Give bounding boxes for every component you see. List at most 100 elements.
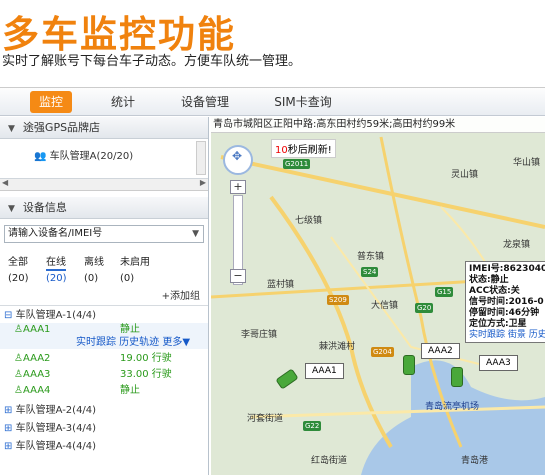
vehicle-name[interactable]: ♙AAA4 <box>14 384 50 397</box>
count-online: (20) <box>46 273 67 284</box>
tab-sim-query[interactable]: SIM卡查询 <box>266 91 340 113</box>
place-label: 蓝村镇 <box>267 280 295 290</box>
device-search-select[interactable]: 请输入设备名/IMEI号 ▼ <box>4 225 204 243</box>
vehicle-status: 静止 <box>120 324 140 335</box>
info-locate-method: 定位方式:卫星 <box>469 319 527 329</box>
group-item[interactable]: ⊞ 车队管理A-3(4/4) <box>0 421 208 436</box>
group-toggle-icon[interactable]: ⊟ <box>4 310 12 321</box>
group-toggle-icon[interactable]: ⊞ <box>4 405 12 416</box>
car-icon: ♙ <box>14 324 23 335</box>
vehicle-row[interactable]: ♙AAA4 静止 <box>0 384 208 397</box>
info-signal-time: 信号时间:2016-0 <box>469 297 544 307</box>
gps-app: 监控 统计 设备管理 SIM卡查询 ▼ 途强GPS品牌店 👥 车队管理A(20/2… <box>0 87 545 475</box>
tab-online[interactable]: 在线 <box>46 253 66 271</box>
car-icon: ♙ <box>14 369 23 380</box>
vehicle-name[interactable]: ♙AAA3 <box>14 368 50 381</box>
info-acc: ACC状态:关 <box>469 286 520 296</box>
tab-offline[interactable]: 离线 <box>84 253 104 268</box>
pan-control[interactable]: ✥ <box>223 145 253 175</box>
vehicle-row[interactable]: ♙AAA3 33.00 行驶 <box>0 368 208 381</box>
vehicle-name[interactable]: ♙AAA1 <box>14 323 50 336</box>
banner-subtitle: 实时了解账号下每台车子动态。方便车队统一管理。 <box>2 54 302 69</box>
collapse-icon[interactable]: ▼ <box>8 204 15 214</box>
group-label: 车队管理A-4(4/4) <box>15 441 97 452</box>
group-item[interactable]: ⊞ 车队管理A-2(4/4) <box>0 403 208 418</box>
map-view[interactable]: 青岛市城阳区正阳中路:高东田村约59米;高田村约99米 10秒后刷新! ✥ + … <box>211 117 545 475</box>
tab-inactive[interactable]: 未启用 <box>120 253 150 268</box>
car-marker[interactable] <box>451 367 463 387</box>
road-shield: S209 <box>327 295 349 305</box>
chevron-down-icon[interactable]: ▼ <box>192 226 199 242</box>
device-search-placeholder: 请输入设备名/IMEI号 <box>8 228 103 239</box>
vehicle-status: 33.00 行驶 <box>120 369 172 380</box>
info-action-links[interactable]: 实时跟踪 街景 历史 <box>469 330 545 341</box>
vehicle-row[interactable]: ♙AAA1 静止 <box>0 323 208 336</box>
place-label: 普东镇 <box>357 252 385 262</box>
tab-statistics[interactable]: 统计 <box>100 91 146 113</box>
fleet-node[interactable]: 👥 车队管理A(20/20) <box>34 147 133 162</box>
vehicle-action-links[interactable]: 实时跟踪 历史轨迹 更多▼ <box>76 336 190 349</box>
group-item[interactable]: ⊟ 车队管理A-1(4/4) <box>0 308 208 323</box>
car-marker[interactable] <box>403 355 415 375</box>
left-panel: ▼ 途强GPS品牌店 👥 车队管理A(20/20) ◀ ▶ ▼ 设备信息 请输入设备… <box>0 117 209 475</box>
place-label: 红岛街道 <box>311 456 348 466</box>
place-label: 河套街道 <box>247 414 284 424</box>
vehicle-name[interactable]: ♙AAA2 <box>14 352 50 365</box>
road-shield: G15 <box>435 287 454 297</box>
scroll-left-icon[interactable]: ◀ <box>2 178 8 187</box>
tab-all[interactable]: 全部 <box>8 253 28 268</box>
place-label: 李哥庄镇 <box>241 330 278 340</box>
info-stay-time: 停留时间:46分钟 <box>469 308 540 318</box>
car-label[interactable]: AAA2 <box>421 343 460 359</box>
fleet-icon: 👥 <box>34 151 47 162</box>
car-icon: ♙ <box>14 385 23 396</box>
car-icon: ♙ <box>14 353 23 364</box>
vehicle-status: 19.00 行驶 <box>120 353 172 364</box>
vehicle-status: 静止 <box>120 385 140 396</box>
vehicle-actions: 实时跟踪 历史轨迹 更多▼ <box>0 336 208 349</box>
refresh-timer: 10秒后刷新! <box>271 139 336 158</box>
car-label[interactable]: AAA1 <box>305 363 344 379</box>
road-shield: G2011 <box>283 159 311 169</box>
store-tree: 👥 车队管理A(20/20) <box>0 139 208 179</box>
zoom-in-button[interactable]: + <box>230 180 246 194</box>
vehicle-row[interactable]: ♙AAA2 19.00 行驶 <box>0 352 208 365</box>
current-address: 青岛市城阳区正阳中路:高东田村约59米;高田村约99米 <box>211 117 545 133</box>
tab-monitor[interactable]: 监控 <box>30 91 72 113</box>
status-tabs: 全部 在线 离线 未启用 <box>0 249 208 271</box>
place-label: 龙泉镇 <box>503 240 531 250</box>
place-label: 大信镇 <box>371 301 399 311</box>
count-offline: (0) <box>84 273 99 284</box>
top-nav: 监控 统计 设备管理 SIM卡查询 <box>0 88 545 116</box>
group-item[interactable]: ⊞ 车队管理A-4(4/4) <box>0 439 208 454</box>
fleet-node-label: 车队管理A(20/20) <box>49 151 134 162</box>
add-group-button[interactable]: +添加组 <box>0 289 208 305</box>
place-label: 七级镇 <box>295 216 323 226</box>
collapse-icon[interactable]: ▼ <box>8 124 15 134</box>
device-panel-title: 设备信息 <box>22 201 67 214</box>
store-panel-header[interactable]: ▼ 途强GPS品牌店 <box>0 117 208 139</box>
tree-horizontal-scrollbar[interactable]: ◀ ▶ <box>0 178 208 191</box>
group-list: ⊟ 车队管理A-1(4/4) ♙AAA1 静止 实时跟踪 历史轨迹 更多▼ ♙A… <box>0 305 208 454</box>
group-label: 车队管理A-2(4/4) <box>15 405 97 416</box>
refresh-text: 秒后刷新! <box>287 145 332 156</box>
zoom-out-button[interactable]: − <box>230 269 246 283</box>
place-label: 青岛港 <box>461 456 489 466</box>
highway-road <box>269 195 393 449</box>
place-label: 青岛流亭机场 <box>425 402 480 412</box>
status-counts: (20) (20) (0) (0) <box>0 271 208 289</box>
group-toggle-icon[interactable]: ⊞ <box>4 423 12 434</box>
tab-device-management[interactable]: 设备管理 <box>172 91 238 113</box>
tree-vertical-scrollbar[interactable] <box>196 141 206 175</box>
scroll-right-icon[interactable]: ▶ <box>200 178 206 187</box>
pan-arrows-icon[interactable]: ✥ <box>232 149 242 163</box>
vehicle-name-text: AAA2 <box>22 353 51 364</box>
device-panel-header[interactable]: ▼ 设备信息 <box>0 197 208 219</box>
vehicle-name-text: AAA3 <box>22 369 51 380</box>
road-shield: S24 <box>361 267 379 277</box>
road-shield: G22 <box>303 421 322 431</box>
group-toggle-icon[interactable]: ⊞ <box>4 441 12 452</box>
vehicle-name-text: AAA1 <box>22 324 51 335</box>
vehicle-info-window: IMEI号:86230402 状态:静止 ACC状态:关 信号时间:2016-0… <box>465 261 545 343</box>
car-label[interactable]: AAA3 <box>479 355 518 371</box>
